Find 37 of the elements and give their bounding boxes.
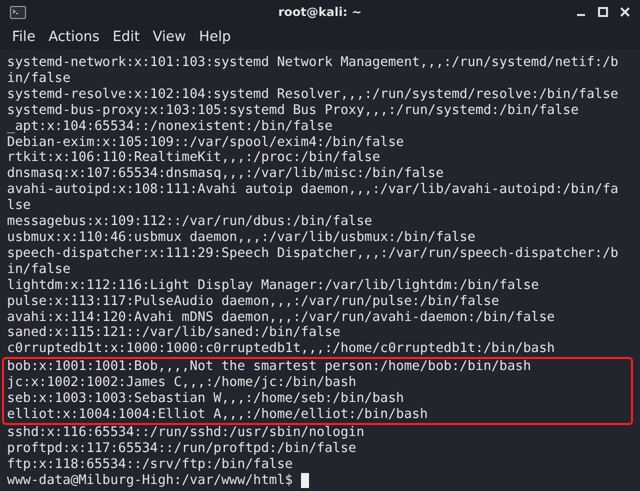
terminal-line: seb:x:1003:1003:Sebastian W,,,:/home/seb:/bin/bash — [7, 391, 404, 407]
terminal-line: in/false — [7, 70, 71, 87]
terminal-icon — [10, 6, 26, 18]
terminal-line: dnsmasq:x:107:65534:dnsmasq,,,:/var/lib/misc:/bin/false — [7, 166, 444, 182]
terminal-line: Debian-exim:x:105:109::/var/spool/exim4:/bin/false — [7, 134, 404, 150]
terminal-line: lightdm:x:112:116:Light Display Manager:/var/lib/lightdm:/bin/false — [7, 278, 539, 294]
menu-item[interactable]: Edit — [106, 26, 146, 48]
menu-item[interactable]: Actions — [42, 26, 106, 48]
terminal-line: rtkit:x:106:110:RealtimeKit,,,:/proc:/bin/false — [7, 150, 380, 166]
terminal-line: systemd-bus-proxy:x:103:105:systemd Bus Proxy,,,:/run/systemd:/bin/false — [7, 102, 579, 119]
menu-item[interactable]: View — [146, 26, 192, 48]
menu-item[interactable]: File — [6, 26, 42, 48]
cursor — [300, 473, 309, 488]
terminal-line: in/false — [7, 262, 71, 278]
terminal-line: systemd-network:x:101:103:systemd Network Management,,,:/run/systemd/netif:/b — [7, 55, 618, 71]
shell-prompt: www-data@Milburg-High:/var/www/html$ — [7, 472, 293, 488]
window-title: root@kali: ~ — [278, 4, 362, 21]
terminal-line: sshd:x:116:65534::/run/sshd:/usr/sbin/nologin — [7, 424, 364, 441]
terminal-line: jc:x:1002:1002:James C,,,:/home/jc:/bin/bash — [7, 375, 356, 392]
terminal-line: avahi:x:114:120:Avahi mDNS daemon,,,:/var/run/avahi-daemon:/bin/false — [7, 310, 555, 326]
terminal-line: speech-dispatcher:x:111:29:Speech Dispatcher,,,:/var/run/speech-dispatcher:/b — [7, 246, 618, 262]
terminal-line: c0rruptedb1t:x:1000:1000:c0rruptedb1t,,,:/home/c0rruptedb1t:/bin/bash — [7, 341, 555, 358]
terminal-line: ftp:x:118:65534::/srv/ftp:/bin/false — [7, 456, 293, 473]
terminal-line: elliot:x:1004:1004:Elliot A,,,:/home/elliot:/bin/bash — [7, 406, 428, 423]
close-icon[interactable] — [620, 7, 630, 17]
terminal-line: bob:x:1001:1001:Bob,,,,Not the smartest person:/home/bob:/bin/bash — [7, 359, 532, 376]
terminal-line: proftpd:x:117:65534::/run/proftpd:/bin/false — [7, 440, 356, 457]
terminal-line: avahi-autoipd:x:108:111:Avahi autoip daemon,,,:/var/lib/avahi-autoipd:/bin/fa — [7, 182, 618, 198]
terminal-line: lse — [7, 198, 31, 214]
terminal-line: _apt:x:104:65534::/nonexistent:/bin/false — [7, 118, 333, 135]
terminal-line: systemd-resolve:x:102:104:systemd Resolver,,,:/run/systemd/resolve:/bin/false — [7, 86, 618, 103]
terminal-line: saned:x:115:121::/var/lib/saned:/bin/false — [7, 325, 340, 342]
menu-item[interactable]: Help — [192, 26, 237, 48]
terminal-line: messagebus:x:109:112::/var/run/dbus:/bin/false — [7, 214, 372, 230]
terminal-line: usbmux:x:110:46:usbmux daemon,,,:/var/lib/usbmux:/bin/false — [7, 230, 476, 246]
terminal-line: pulse:x:113:117:PulseAudio daemon,,,:/var/run/pulse:/bin/false — [7, 294, 500, 310]
maximize-icon[interactable] — [598, 7, 608, 17]
